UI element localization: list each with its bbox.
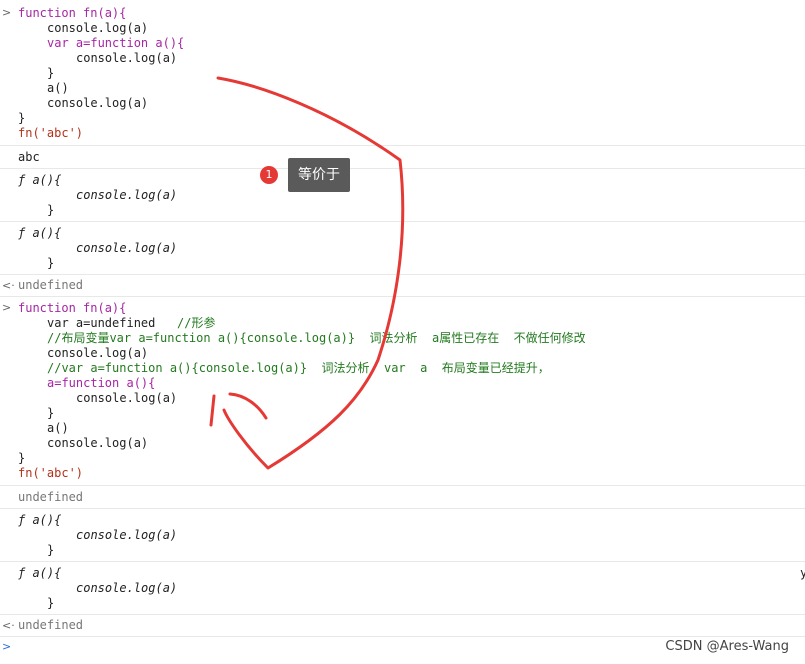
- code-line: console.log(a): [0, 96, 805, 111]
- console-output-abc: abc: [0, 146, 805, 169]
- code-line: a(): [0, 81, 805, 96]
- function-end: }: [47, 543, 55, 557]
- code-line-text: }: [18, 451, 26, 465]
- code-line: a(): [0, 421, 805, 436]
- code-line: function fn(a){: [0, 6, 805, 21]
- code-line-text: console.log(a): [47, 21, 149, 35]
- console-output-function[interactable]: ƒ a(){ console.log(a) }: [0, 222, 805, 275]
- code-line: console.log(a): [0, 21, 805, 36]
- code-comment: //var a=function a(){console.log(a)} 词法分…: [47, 361, 550, 375]
- code-line: console.log(a): [0, 51, 805, 66]
- clipped-text: y: [800, 566, 805, 580]
- code-line: console.log(a): [0, 391, 805, 406]
- output-text: undefined: [18, 490, 84, 504]
- function-body: console.log(a): [76, 241, 178, 255]
- code-line: fn('abc'): [0, 466, 805, 481]
- code-line-text: var a=function a(){: [47, 36, 185, 50]
- console-output-undefined: undefined: [0, 486, 805, 509]
- console-input-entry-1[interactable]: > function fn(a){ console.log(a) var a=f…: [0, 0, 805, 146]
- console-output-function[interactable]: ƒ a(){ console.log(a) }: [0, 169, 805, 222]
- code-line-text: a=function a(){: [47, 376, 156, 390]
- function-head: ƒ a(){: [18, 173, 62, 187]
- function-body: console.log(a): [76, 581, 178, 595]
- code-line: }: [0, 66, 805, 81]
- code-line-text: console.log(a): [47, 96, 149, 110]
- code-line: a=function a(){: [0, 376, 805, 391]
- annotation-badge[interactable]: 1: [260, 166, 278, 184]
- code-line: function fn(a){: [0, 301, 805, 316]
- function-end: }: [47, 256, 55, 270]
- code-line: console.log(a): [0, 346, 805, 361]
- code-line-text: }: [47, 406, 55, 420]
- code-line: console.log(a): [0, 436, 805, 451]
- function-body: console.log(a): [76, 528, 178, 542]
- code-line-text: }: [18, 111, 26, 125]
- console-input-entry-2[interactable]: > function fn(a){ var a=undefined //形参 /…: [0, 297, 805, 486]
- output-text: abc: [18, 150, 40, 164]
- code-comment: //形参: [177, 316, 216, 330]
- code-line-text: function fn(a){: [18, 301, 127, 315]
- code-line: }: [0, 451, 805, 466]
- function-end: }: [47, 203, 55, 217]
- code-line: }: [0, 406, 805, 421]
- code-line-text: console.log(a): [47, 346, 149, 360]
- code-line: }: [0, 111, 805, 126]
- code-line-text: function fn(a){: [18, 6, 127, 20]
- code-line-text: console.log(a): [76, 391, 178, 405]
- devtools-console: > function fn(a){ console.log(a) var a=f…: [0, 0, 805, 658]
- code-line-text: fn('abc'): [18, 466, 84, 480]
- code-line-text: fn('abc'): [18, 126, 84, 140]
- code-line-text: console.log(a): [47, 436, 149, 450]
- code-line: var a=function a(){: [0, 36, 805, 51]
- function-head: ƒ a(){: [18, 226, 62, 240]
- function-head: ƒ a(){: [18, 513, 62, 527]
- code-line: //var a=function a(){console.log(a)} 词法分…: [0, 361, 805, 376]
- code-line-text: }: [47, 66, 55, 80]
- function-head: ƒ a(){: [18, 566, 62, 580]
- annotation-tooltip: 等价于: [288, 158, 350, 192]
- code-line-text: a(): [47, 421, 69, 435]
- code-line-text: a(): [47, 81, 69, 95]
- code-comment: //布局变量var a=function a(){console.log(a)}…: [47, 331, 586, 345]
- result-text: undefined: [18, 278, 84, 292]
- console-output-function[interactable]: ƒ a(){ console.log(a) }: [0, 509, 805, 562]
- code-line-text: console.log(a): [76, 51, 178, 65]
- code-line-text: var a=undefined: [47, 316, 178, 330]
- result-text: undefined: [18, 618, 84, 632]
- console-result-undefined: <· undefined: [0, 275, 805, 297]
- code-line: var a=undefined //形参: [0, 316, 805, 331]
- function-body: console.log(a): [76, 188, 178, 202]
- console-output-function[interactable]: ƒ a(){ console.log(a) }: [0, 562, 805, 615]
- console-result-undefined: <· undefined: [0, 615, 805, 637]
- code-line: //布局变量var a=function a(){console.log(a)}…: [0, 331, 805, 346]
- code-line: fn('abc'): [0, 126, 805, 141]
- watermark: CSDN @Ares-Wang: [665, 639, 789, 654]
- function-end: }: [47, 596, 55, 610]
